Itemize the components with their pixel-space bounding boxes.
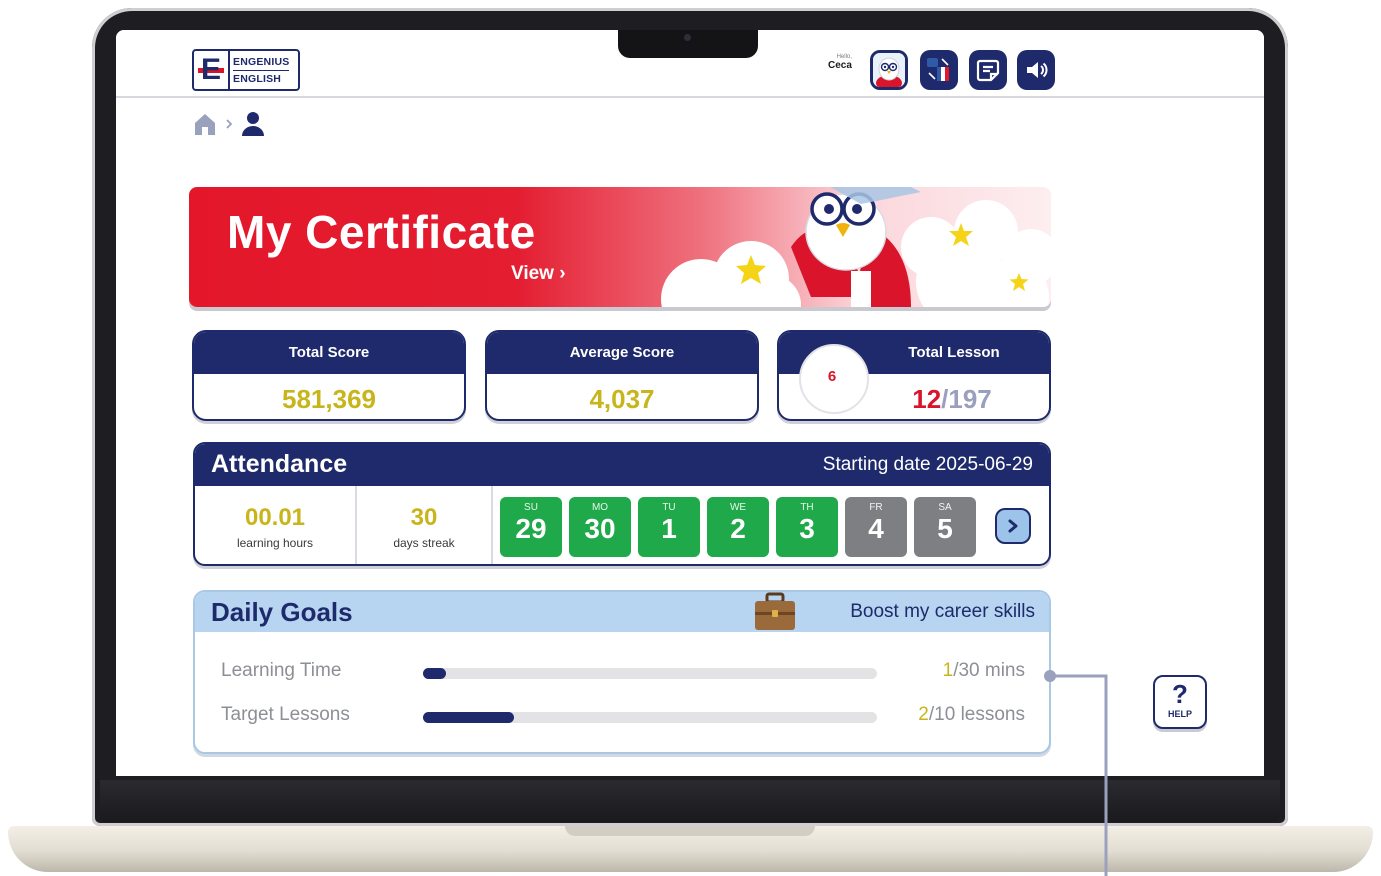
lessons-completed: 12 bbox=[912, 384, 942, 414]
goal-label: Learning Time bbox=[221, 660, 342, 681]
camera-icon bbox=[684, 34, 691, 41]
day-tile[interactable]: WE 2 bbox=[707, 497, 769, 557]
day-tile[interactable]: SA 5 bbox=[914, 497, 976, 557]
certificate-view-link[interactable]: View › bbox=[511, 263, 566, 285]
day-date: 30 bbox=[584, 513, 616, 544]
briefcase-icon bbox=[755, 592, 795, 630]
user-icon[interactable] bbox=[240, 110, 266, 138]
day-date: 2 bbox=[730, 513, 746, 544]
target-lessons-progress-bar bbox=[423, 712, 877, 723]
days-streak-metric: 30 days streak bbox=[357, 486, 493, 564]
daily-goals-header: Daily Goals Boost my career skills bbox=[195, 592, 1049, 632]
days-streak-value: 30 bbox=[410, 504, 438, 531]
logo-line-1: ENGENIUS bbox=[233, 54, 290, 71]
day-tile[interactable]: TH 3 bbox=[776, 497, 838, 557]
learning-time-goal: Learning Time 1/30 mins bbox=[195, 654, 1049, 688]
language-flag-icon bbox=[927, 58, 949, 81]
goal-current: 2 bbox=[918, 704, 929, 725]
logo-mark: E bbox=[194, 51, 230, 89]
user-greeting: Hello, Ceca bbox=[828, 54, 852, 71]
help-icon: ? bbox=[1172, 679, 1188, 709]
next-week-button[interactable] bbox=[995, 508, 1031, 544]
lesson-progress-ring: 6 bbox=[799, 344, 869, 414]
day-date: 1 bbox=[661, 513, 677, 544]
total-score-card: Total Score 581,369 bbox=[192, 330, 466, 421]
goal-target: /30 mins bbox=[953, 660, 1025, 681]
learning-hours-metric: 00.01 learning hours bbox=[195, 486, 357, 564]
sound-icon bbox=[1027, 62, 1048, 78]
attendance-title: Attendance bbox=[211, 450, 348, 478]
day-name: SA bbox=[938, 502, 952, 513]
daily-goals-title: Daily Goals bbox=[211, 597, 353, 627]
day-tile[interactable]: SU 29 bbox=[500, 497, 562, 557]
logo-text: ENGENIUS ENGLISH bbox=[230, 54, 290, 87]
average-score-label: Average Score bbox=[487, 332, 757, 374]
day-name: TU bbox=[662, 502, 676, 513]
day-date: 4 bbox=[868, 513, 884, 544]
day-tile[interactable]: FR 4 bbox=[845, 497, 907, 557]
eagle-mascot-illustration bbox=[661, 187, 1051, 307]
target-lessons-goal: Target Lessons 2/10 lessons bbox=[195, 698, 1049, 732]
certificate-banner[interactable]: My Certificate View › bbox=[189, 187, 1051, 307]
goal-label: Target Lessons bbox=[221, 704, 350, 725]
day-date: 5 bbox=[937, 513, 953, 544]
chevron-right-icon bbox=[226, 119, 233, 129]
learning-time-progress-bar bbox=[423, 668, 877, 679]
daily-goals-panel: Daily Goals Boost my career skills Learn… bbox=[193, 590, 1051, 754]
day-tile[interactable]: MO 30 bbox=[569, 497, 631, 557]
home-icon[interactable] bbox=[192, 111, 218, 137]
laptop-bezel bbox=[100, 780, 1280, 822]
engenius-logo[interactable]: E ENGENIUS ENGLISH bbox=[192, 49, 300, 91]
help-button[interactable]: ? HELP bbox=[1153, 675, 1207, 729]
user-name: Ceca bbox=[828, 60, 852, 71]
help-label: HELP bbox=[1167, 709, 1192, 719]
goal-target: /10 lessons bbox=[928, 704, 1025, 725]
notes-icon bbox=[976, 59, 1000, 82]
total-lesson-card: Total Lesson 6 12/197 bbox=[777, 330, 1051, 421]
progress-fill bbox=[423, 712, 514, 723]
avatar-icon bbox=[873, 53, 905, 87]
learning-hours-label: learning hours bbox=[236, 536, 314, 550]
lesson-ring-value: 6 bbox=[827, 368, 837, 385]
total-score-value: 581,369 bbox=[282, 384, 376, 414]
day-name: FR bbox=[869, 502, 883, 513]
progress-fill bbox=[423, 668, 446, 679]
day-date: 29 bbox=[515, 513, 547, 544]
day-name: SU bbox=[524, 502, 538, 513]
notes-button[interactable] bbox=[969, 50, 1007, 90]
day-name: WE bbox=[729, 502, 747, 513]
total-score-label: Total Score bbox=[194, 332, 464, 374]
day-name: MO bbox=[591, 502, 609, 513]
daily-goals-objective[interactable]: Boost my career skills bbox=[850, 601, 1035, 623]
certificate-title: My Certificate bbox=[227, 206, 536, 258]
logo-letter: E bbox=[201, 53, 222, 86]
day-tile[interactable]: TU 1 bbox=[638, 497, 700, 557]
app-screen: E ENGENIUS ENGLISH Hello, Ceca My Certif… bbox=[116, 30, 1264, 776]
laptop-base-notch bbox=[565, 826, 815, 836]
sound-button[interactable] bbox=[1017, 50, 1055, 90]
average-score-value: 4,037 bbox=[589, 384, 655, 414]
breadcrumb bbox=[192, 110, 266, 138]
attendance-body: 00.01 learning hours 30 days streak SU 2… bbox=[195, 486, 1049, 564]
learning-hours-value: 00.01 bbox=[244, 504, 306, 531]
day-date: 3 bbox=[799, 513, 815, 544]
logo-line-2: ENGLISH bbox=[233, 72, 282, 85]
goal-count: 1/30 mins bbox=[943, 660, 1025, 682]
goal-current: 1 bbox=[942, 660, 954, 681]
chevron-right-icon bbox=[1008, 519, 1018, 533]
days-streak-label: days streak bbox=[393, 536, 455, 550]
language-button[interactable] bbox=[920, 50, 958, 90]
attendance-panel: Attendance Starting date 2025-06-29 00.0… bbox=[193, 442, 1051, 566]
attendance-header: Attendance Starting date 2025-06-29 bbox=[195, 444, 1049, 486]
avatar-button[interactable] bbox=[870, 50, 908, 90]
day-name: TH bbox=[800, 502, 814, 513]
average-score-card: Average Score 4,037 bbox=[485, 330, 759, 421]
attendance-start-date: Starting date 2025-06-29 bbox=[822, 454, 1033, 475]
lessons-total: /197 bbox=[941, 384, 992, 414]
goal-count: 2/10 lessons bbox=[918, 704, 1025, 726]
